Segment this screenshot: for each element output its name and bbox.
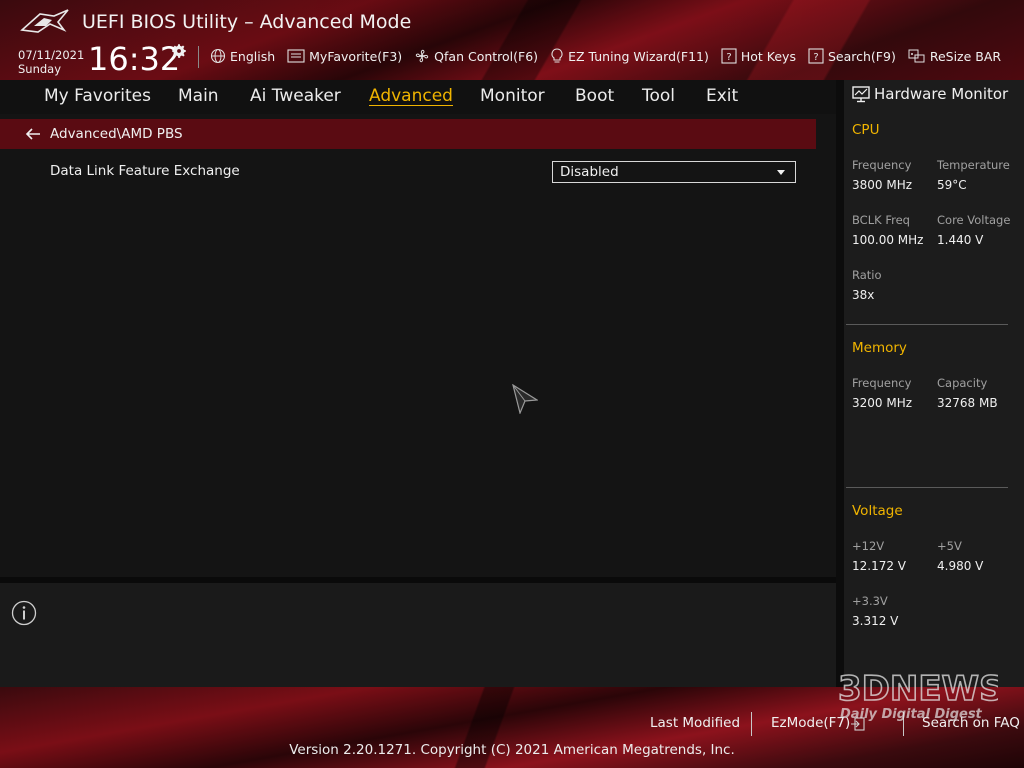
- monitor-icon: [852, 85, 870, 102]
- memory-capacity-value: 32768 MB: [937, 396, 998, 410]
- hot-keys-label: Hot Keys: [740, 48, 796, 64]
- rog-logo-icon: [20, 9, 69, 33]
- globe-icon: [210, 48, 226, 64]
- setting-label-data-link-feature-exchange[interactable]: Data Link Feature Exchange: [50, 163, 240, 179]
- v33-label: +3.3V: [852, 594, 888, 608]
- clock-time: 16:32: [88, 40, 181, 78]
- tab-exit[interactable]: Exit: [706, 86, 738, 106]
- myfavorite-label: MyFavorite(F3): [309, 48, 403, 64]
- core-voltage-label: Core Voltage: [937, 213, 1011, 227]
- search-label: Search(F9): [827, 48, 896, 64]
- fan-icon: [415, 49, 429, 63]
- ez-tuning-wizard-label: EZ Tuning Wizard(F11): [568, 48, 709, 64]
- hardware-monitor-title: Hardware Monitor: [852, 85, 1008, 103]
- date-text: 07/11/2021: [18, 48, 85, 62]
- 3dnews-watermark-logo: 3DNEWS Daily Digital Digest: [838, 668, 998, 722]
- v5-value: 4.980 V: [937, 559, 984, 573]
- header-divider: [198, 46, 199, 68]
- memory-frequency-value: 3200 MHz: [852, 396, 913, 410]
- footer-divider: [751, 712, 752, 736]
- qfan-control-button[interactable]: Qfan Control(F6): [414, 48, 538, 64]
- main-nav: My Favorites Main Ai Tweaker Advanced Mo…: [0, 80, 836, 114]
- qfan-control-label: Qfan Control(F6): [434, 48, 539, 64]
- v12-value: 12.172 V: [852, 559, 907, 573]
- bios-screen: UEFI BIOS Utility – Advanced Mode 07/11/…: [0, 0, 1024, 768]
- bclk-value: 100.00 MHz: [852, 233, 924, 247]
- cpu-frequency-value: 3800 MHz: [852, 178, 913, 192]
- resize-bar-label: ReSize BAR: [929, 48, 1002, 64]
- memory-capacity-label: Capacity: [937, 376, 988, 390]
- ratio-value: 38x: [852, 288, 875, 302]
- back-arrow-icon[interactable]: [24, 127, 42, 141]
- tab-main[interactable]: Main: [178, 86, 219, 106]
- cpu-heading: CPU: [852, 122, 880, 138]
- weekday-text: Sunday: [18, 62, 62, 76]
- tab-monitor[interactable]: Monitor: [480, 86, 545, 106]
- watermark-brand: 3DNEWS: [838, 669, 998, 709]
- hardware-monitor-label: Hardware Monitor: [874, 85, 1009, 103]
- breadcrumb-path: Advanced\AMD PBS: [50, 126, 183, 142]
- v12-label: +12V: [852, 539, 885, 553]
- language-button[interactable]: English: [210, 48, 275, 64]
- ratio-label: Ratio: [852, 268, 882, 282]
- breadcrumb: Advanced\AMD PBS: [0, 119, 816, 149]
- svg-text:?: ?: [726, 52, 731, 63]
- v33-value: 3.312 V: [852, 614, 899, 628]
- memory-frequency-label: Frequency: [852, 376, 912, 390]
- bclk-label: BCLK Freq: [852, 213, 910, 227]
- help-panel: [0, 583, 836, 687]
- resize-bar-button[interactable]: ReSize BAR: [908, 48, 1001, 64]
- watermark-tagline: Daily Digital Digest: [840, 707, 983, 722]
- language-label: English: [230, 48, 276, 64]
- select-value: Disabled: [560, 164, 619, 180]
- v5-label: +5V: [937, 539, 962, 553]
- last-modified-button[interactable]: Last Modified: [650, 715, 740, 731]
- info-icon: [11, 600, 37, 626]
- header-toolbar: English MyFavorite(F3) Qfan Control(F6) …: [210, 46, 1013, 66]
- hot-keys-button[interactable]: ? Hot Keys: [721, 48, 796, 64]
- myfavorite-button[interactable]: MyFavorite(F3): [287, 49, 402, 64]
- ez-tuning-wizard-button[interactable]: EZ Tuning Wizard(F11): [550, 48, 709, 64]
- mouse-cursor-icon: [512, 384, 538, 414]
- tab-boot[interactable]: Boot: [575, 86, 614, 106]
- tab-my-favorites[interactable]: My Favorites: [44, 86, 151, 106]
- bulb-icon: [551, 48, 563, 63]
- data-link-feature-exchange-select[interactable]: Disabled: [552, 161, 796, 183]
- cpu-temperature-label: Temperature: [937, 158, 1010, 172]
- chevron-down-icon: [777, 170, 785, 175]
- tab-ai-tweaker[interactable]: Ai Tweaker: [250, 86, 341, 106]
- favorite-icon: [287, 49, 305, 63]
- resize-bar-icon: [908, 49, 925, 63]
- date-display: 07/11/2021 Sunday: [18, 48, 84, 76]
- copyright-text: Version 2.20.1271. Copyright (C) 2021 Am…: [289, 742, 735, 758]
- app-title: UEFI BIOS Utility – Advanced Mode: [82, 11, 412, 33]
- tab-tool[interactable]: Tool: [642, 86, 675, 106]
- core-voltage-value: 1.440 V: [937, 233, 984, 247]
- search-button[interactable]: ? Search(F9): [808, 48, 896, 64]
- hw-divider: [846, 487, 1008, 488]
- voltage-heading: Voltage: [852, 503, 903, 519]
- hw-divider: [846, 324, 1008, 325]
- gear-icon[interactable]: [170, 42, 188, 60]
- cpu-temperature-value: 59°C: [937, 178, 967, 192]
- cpu-frequency-label: Frequency: [852, 158, 912, 172]
- tab-advanced[interactable]: Advanced: [369, 86, 453, 106]
- question-icon: ?: [721, 48, 737, 64]
- question-icon: ?: [808, 48, 824, 64]
- memory-heading: Memory: [852, 340, 907, 356]
- svg-text:?: ?: [813, 52, 818, 63]
